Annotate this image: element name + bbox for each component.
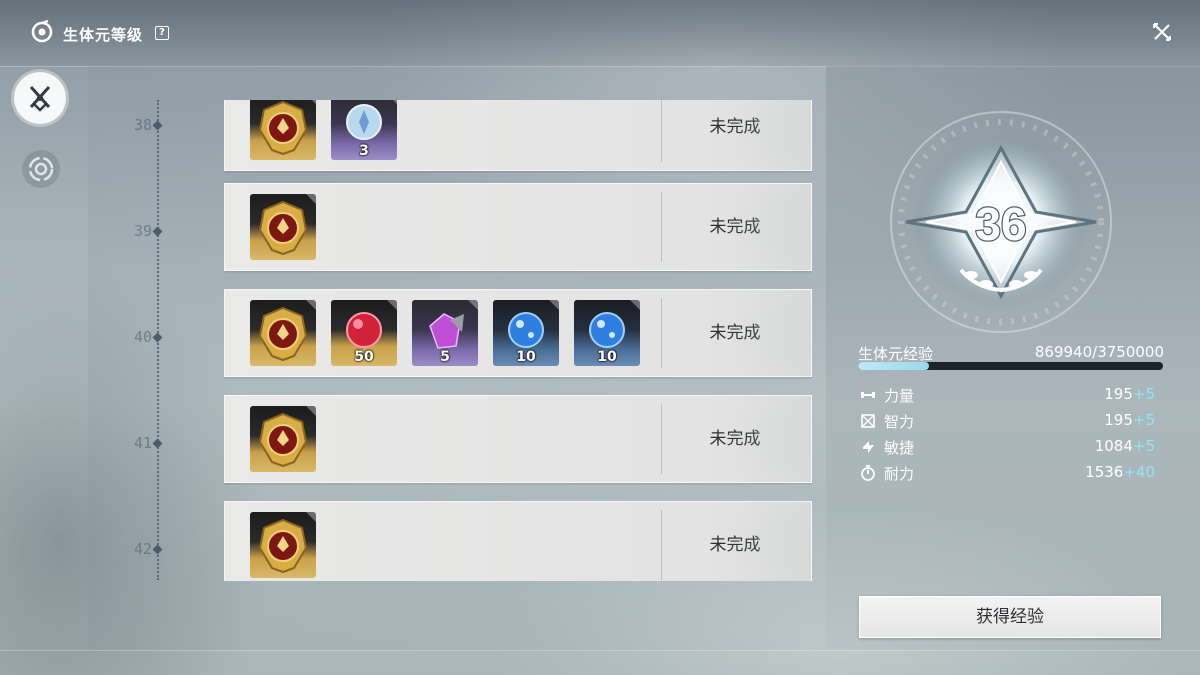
reward-item[interactable]: 3 bbox=[331, 100, 397, 160]
level-row[interactable]: 未完成 bbox=[224, 183, 812, 271]
item-quantity: 10 bbox=[516, 349, 536, 365]
reward-item[interactable] bbox=[250, 300, 316, 366]
emblem-level-number: 36 bbox=[975, 198, 1026, 250]
reward-item[interactable]: 10 bbox=[493, 300, 559, 366]
item-quantity: 5 bbox=[440, 349, 450, 365]
reward-item[interactable] bbox=[250, 194, 316, 260]
gold-badge-icon bbox=[258, 412, 308, 468]
level-number: 39 bbox=[133, 222, 152, 240]
nav-tab-combat[interactable] bbox=[14, 72, 66, 124]
level-reward-list[interactable]: 3 未完成 未完成 50 5 10 10 未完成 未完成 未完成 bbox=[224, 100, 812, 581]
logo-icon bbox=[31, 20, 53, 43]
level-emblem: 36 bbox=[890, 111, 1112, 333]
intellect-icon bbox=[861, 414, 875, 428]
item-quantity: 10 bbox=[597, 349, 617, 365]
reward-item[interactable] bbox=[250, 406, 316, 472]
level-number: 41 bbox=[133, 434, 152, 452]
reward-item[interactable]: 50 bbox=[331, 300, 397, 366]
row-status: 未完成 bbox=[709, 323, 761, 343]
gold-badge-icon bbox=[258, 518, 308, 574]
agility-icon bbox=[863, 441, 874, 453]
reward-item[interactable]: 10 bbox=[574, 300, 640, 366]
stat-row-endurance: 耐力 1536+40 bbox=[860, 463, 1160, 483]
strength-icon bbox=[861, 392, 875, 398]
level-row[interactable]: 未完成 bbox=[224, 501, 812, 581]
stat-row-strength: 力量 195+5 bbox=[860, 385, 1160, 405]
gold-badge-icon bbox=[258, 200, 308, 256]
footer-divider bbox=[0, 650, 1200, 651]
gold-badge-icon bbox=[258, 100, 308, 156]
exp-progress-fill bbox=[858, 362, 929, 370]
stat-row-intellect: 智力 195+5 bbox=[860, 411, 1160, 431]
level-number: 38 bbox=[133, 116, 152, 134]
exp-value: 869940/3750000 bbox=[1034, 343, 1164, 361]
help-icon[interactable]: ? bbox=[155, 26, 169, 40]
exp-progress-bar bbox=[858, 362, 1163, 370]
nav-tab-spiral[interactable] bbox=[22, 150, 60, 188]
level-number: 42 bbox=[133, 540, 152, 558]
spiral-icon bbox=[28, 156, 54, 182]
item-quantity: 3 bbox=[359, 143, 369, 159]
header-bar: 生体元等级 ? bbox=[0, 0, 1200, 66]
gold-badge-icon bbox=[258, 306, 308, 362]
endurance-icon bbox=[861, 465, 875, 481]
level-row[interactable]: 未完成 bbox=[224, 395, 812, 483]
stat-row-agility: 敏捷 1084+5 bbox=[860, 437, 1160, 457]
item-quantity: 50 bbox=[354, 349, 374, 365]
page-title: 生体元等级 bbox=[63, 26, 144, 44]
level-row[interactable]: 50 5 10 10 未完成 bbox=[224, 289, 812, 377]
row-status: 未完成 bbox=[709, 535, 761, 555]
row-status: 未完成 bbox=[709, 217, 761, 237]
gain-exp-button[interactable]: 获得经验 bbox=[859, 596, 1161, 638]
level-row[interactable]: 3 未完成 bbox=[224, 100, 812, 171]
reward-item[interactable] bbox=[250, 100, 316, 160]
exp-label: 生体元经验 bbox=[858, 345, 934, 363]
level-number: 40 bbox=[133, 328, 152, 346]
crossed-swords-icon bbox=[29, 85, 51, 112]
reward-item[interactable]: 5 bbox=[412, 300, 478, 366]
row-status: 未完成 bbox=[709, 117, 761, 137]
row-status: 未完成 bbox=[709, 429, 761, 449]
reward-item[interactable] bbox=[250, 512, 316, 578]
close-icon[interactable] bbox=[1151, 21, 1173, 43]
